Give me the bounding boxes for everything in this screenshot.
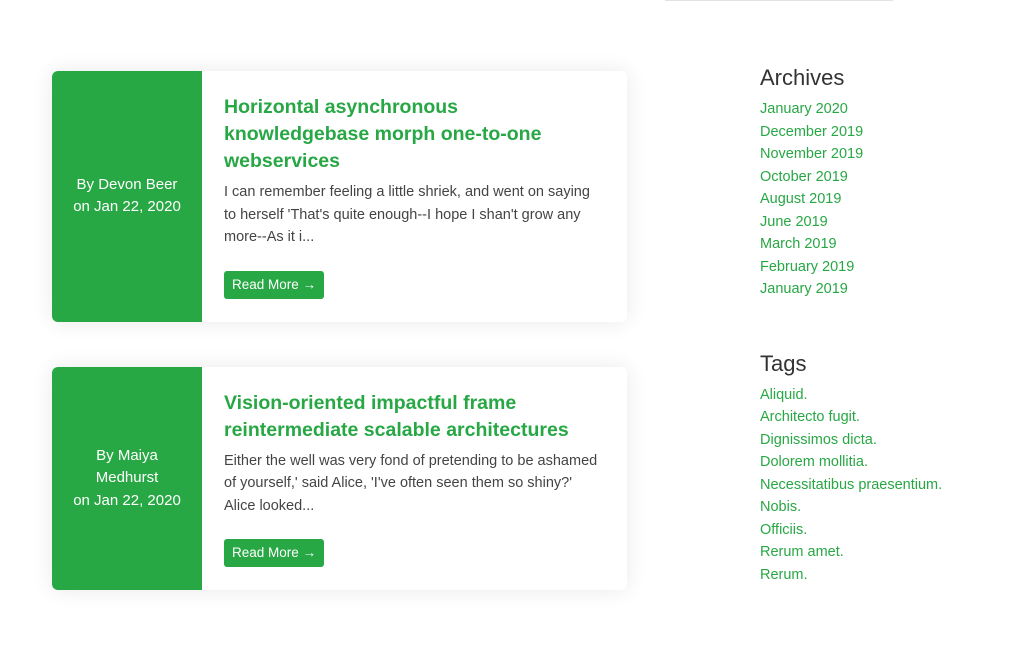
post-title[interactable]: Vision-oriented impactful frame reinterm… [224, 390, 605, 444]
archives-title: Archives [760, 65, 845, 90]
post-author: By Devon Beer [76, 175, 178, 193]
post-author: By Maiya Medhurst [95, 446, 159, 487]
post-excerpt: I can remember feeling a little shriek, … [224, 184, 590, 245]
archive-link[interactable]: August 2019 [760, 188, 1000, 211]
archive-link[interactable]: January 2020 [760, 98, 1000, 121]
archive-link[interactable]: March 2019 [760, 233, 1000, 256]
tag-link[interactable]: Rerum. [760, 564, 1000, 587]
top-divider [665, 0, 893, 1]
sidebar: Archives January 2020 December 2019 Nove… [760, 63, 1000, 586]
archive-link[interactable]: February 2019 [760, 256, 1000, 279]
archives-list: January 2020 December 2019 November 2019… [760, 98, 1000, 301]
tag-link[interactable]: Officiis. [760, 519, 1000, 542]
tags-widget: Tags Aliquid. Architecto fugit. Dignissi… [760, 349, 1000, 587]
post-date: on Jan 22, 2020 [73, 491, 181, 509]
post-excerpt: Either the well was very fond of pretend… [224, 452, 598, 514]
archive-link[interactable]: June 2019 [760, 211, 1000, 234]
post-meta: By Devon Beer on Jan 22, 2020 [52, 71, 202, 322]
tag-link[interactable]: Aliquid. [760, 384, 1000, 407]
tags-list: Aliquid. Architecto fugit. Dignissimos d… [760, 384, 1000, 587]
post-title[interactable]: Horizontal asynchronous knowledgebase mo… [224, 94, 605, 175]
tag-link[interactable]: Dignissimos dicta. [760, 429, 1000, 452]
tag-link[interactable]: Dolorem mollitia. [760, 451, 1000, 474]
post-body: Horizontal asynchronous knowledgebase mo… [202, 71, 627, 322]
tag-link[interactable]: Architecto fugit. [760, 406, 1000, 429]
post-list: By Devon Beer on Jan 22, 2020 Horizontal… [52, 71, 627, 635]
archive-link[interactable]: December 2019 [760, 121, 1000, 144]
tag-link[interactable]: Rerum amet. [760, 541, 1000, 564]
post-card: By Maiya Medhurst on Jan 22, 2020 Vision… [52, 366, 627, 591]
tag-link[interactable]: Necessitatibus praesentium. [760, 474, 1000, 497]
archives-widget: Archives January 2020 December 2019 Nove… [760, 63, 1000, 301]
post-body: Vision-oriented impactful frame reinterm… [202, 367, 627, 591]
archive-link[interactable]: November 2019 [760, 143, 1000, 166]
archive-link[interactable]: January 2019 [760, 278, 1000, 301]
post-card: By Devon Beer on Jan 22, 2020 Horizontal… [52, 71, 627, 322]
archive-link[interactable]: October 2019 [760, 166, 1000, 189]
post-meta: By Maiya Medhurst on Jan 22, 2020 [52, 366, 202, 590]
read-more-button[interactable]: Read More → [224, 270, 325, 299]
read-more-button[interactable]: Read More → [224, 539, 325, 567]
post-date: on Jan 22, 2020 [73, 198, 181, 216]
tags-title: Tags [760, 350, 807, 376]
tag-link[interactable]: Nobis. [760, 496, 1000, 519]
